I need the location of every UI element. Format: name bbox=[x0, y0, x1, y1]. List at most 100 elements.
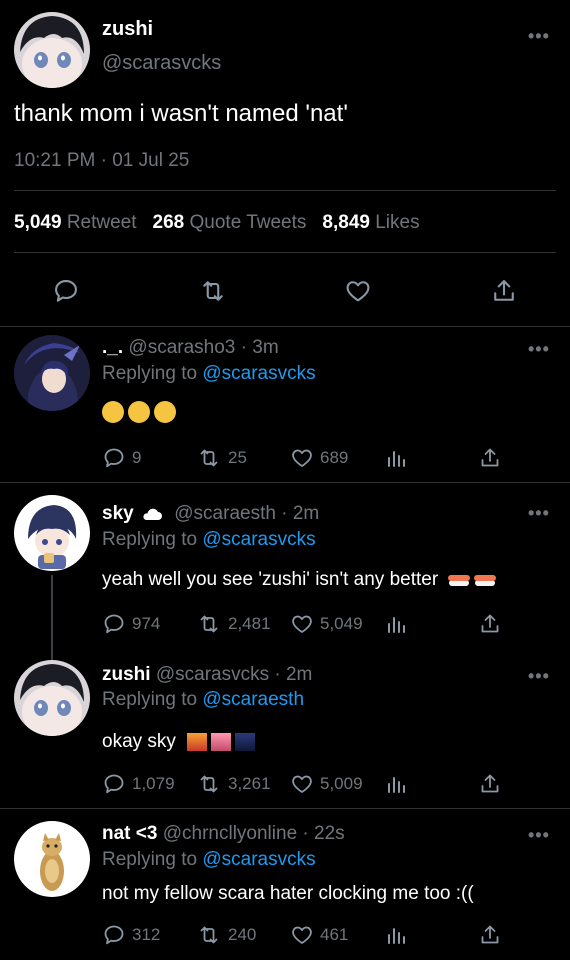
replying-to: Replying to @scarasvcks bbox=[102, 529, 316, 550]
reply-icon bbox=[104, 614, 124, 634]
avatar[interactable] bbox=[14, 821, 90, 897]
mention-link[interactable]: @scarasvcks bbox=[202, 849, 315, 870]
reply-actions: 9 25 689 bbox=[102, 446, 502, 472]
avatar[interactable] bbox=[14, 335, 90, 411]
share-icon[interactable] bbox=[478, 923, 502, 947]
like-icon bbox=[292, 775, 312, 793]
author-handle[interactable]: @scarasho3 bbox=[128, 337, 235, 358]
reply-tweet[interactable]: ._. @scarasho3 · 3m ••• Replying to @sca… bbox=[0, 327, 570, 482]
reply-actions: 974 2,481 5,049 bbox=[102, 612, 502, 638]
author-name[interactable]: sky bbox=[102, 503, 134, 524]
cloud-icon bbox=[143, 508, 162, 520]
author-name[interactable]: nat <3 bbox=[102, 823, 157, 844]
mention-link[interactable]: @scaraesth bbox=[202, 689, 304, 710]
more-options-icon[interactable]: ••• bbox=[528, 339, 550, 360]
reply-tweet[interactable]: zushi @scarasvcks · 2m ••• Replying to @… bbox=[0, 646, 570, 808]
mention-link[interactable]: @scarasvcks bbox=[202, 529, 315, 550]
author-name[interactable]: zushi bbox=[102, 18, 153, 41]
replying-to: Replying to @scarasvcks bbox=[102, 849, 316, 870]
share-icon[interactable] bbox=[478, 446, 502, 470]
reply-count[interactable]: 974 bbox=[102, 612, 160, 636]
replying-to: Replying to @scarasvcks bbox=[102, 363, 316, 384]
sushi-icon bbox=[474, 574, 497, 586]
like-count[interactable]: 689 bbox=[290, 446, 348, 470]
mention-link[interactable]: @scarasvcks bbox=[202, 363, 315, 384]
reply-tweet[interactable]: nat <3 @chrncllyonline · 22s ••• Replyin… bbox=[0, 809, 570, 960]
reply-text: yeah well you see 'zushi' isn't any bett… bbox=[102, 569, 497, 591]
divider bbox=[14, 190, 556, 191]
reply-time: 3m bbox=[252, 337, 279, 358]
like-icon bbox=[292, 449, 312, 467]
share-icon[interactable] bbox=[478, 612, 502, 636]
author-handle[interactable]: @scaraesth bbox=[174, 503, 276, 524]
like-count[interactable]: 5,009 bbox=[290, 772, 363, 796]
reply-text: okay sky bbox=[102, 731, 256, 753]
divider bbox=[14, 252, 556, 253]
avatar[interactable] bbox=[14, 12, 90, 88]
analytics-icon[interactable] bbox=[386, 772, 408, 796]
reply-count[interactable]: 1,079 bbox=[102, 772, 175, 796]
retweet-count[interactable]: 240 bbox=[196, 923, 256, 947]
author-handle[interactable]: @chrncllyonline bbox=[163, 823, 297, 844]
more-options-icon[interactable]: ••• bbox=[528, 26, 550, 47]
reply-count[interactable]: 312 bbox=[102, 923, 160, 947]
retweet-icon bbox=[200, 615, 218, 633]
main-tweet: zushi @scarasvcks ••• thank mom i wasn't… bbox=[0, 0, 570, 327]
heart-landscape-emoji-icon bbox=[211, 732, 232, 751]
tweet-actions bbox=[0, 277, 570, 307]
retweet-count[interactable]: 25 bbox=[196, 446, 247, 470]
reply-count[interactable]: 9 bbox=[102, 446, 141, 470]
share-icon[interactable] bbox=[478, 772, 502, 796]
replying-to: Replying to @scaraesth bbox=[102, 689, 305, 710]
retweet-stat[interactable]: 5,049 Retweet bbox=[14, 212, 137, 233]
author-handle[interactable]: @scarasvcks bbox=[102, 52, 221, 75]
like-icon[interactable] bbox=[344, 277, 372, 305]
crying-emoji-icon bbox=[128, 401, 150, 423]
retweet-count[interactable]: 2,481 bbox=[196, 612, 271, 636]
author-name[interactable]: ._. bbox=[102, 337, 123, 358]
quote-stat[interactable]: 268 Quote Tweets bbox=[153, 212, 307, 233]
retweet-icon bbox=[200, 775, 218, 793]
reply-header: zushi @scarasvcks · 2m bbox=[102, 664, 313, 685]
analytics-icon[interactable] bbox=[386, 923, 408, 947]
author-name[interactable]: zushi bbox=[102, 664, 151, 685]
more-options-icon[interactable]: ••• bbox=[528, 825, 550, 846]
reply-time: 2m bbox=[292, 503, 320, 524]
more-options-icon[interactable]: ••• bbox=[528, 666, 550, 687]
like-count[interactable]: 461 bbox=[290, 923, 348, 947]
tweet-timestamp: 10:21 PM · 01 Jul 25 bbox=[14, 150, 190, 171]
retweet-count[interactable]: 3,261 bbox=[196, 772, 271, 796]
reply-time: 2m bbox=[285, 664, 313, 685]
avatar[interactable] bbox=[14, 495, 90, 571]
like-count[interactable]: 5,049 bbox=[290, 612, 363, 636]
analytics-icon[interactable] bbox=[386, 446, 408, 470]
reply-icon[interactable] bbox=[52, 277, 80, 305]
reply-icon bbox=[104, 774, 124, 794]
crying-emoji-icon bbox=[154, 401, 176, 423]
likes-stat[interactable]: 8,849 Likes bbox=[322, 212, 419, 233]
reply-time: 22s bbox=[314, 823, 345, 844]
night-sky-emoji-icon bbox=[235, 732, 256, 751]
author-handle[interactable]: @scarasvcks bbox=[156, 664, 269, 685]
crying-emoji-icon bbox=[102, 401, 124, 423]
tweet-stats: 5,049 Retweet 268 Quote Tweets 8,849 Likes bbox=[14, 212, 420, 234]
retweet-icon[interactable] bbox=[198, 277, 228, 305]
more-options-icon[interactable]: ••• bbox=[528, 503, 550, 524]
reply-text: not my fellow scara hater clocking me to… bbox=[102, 883, 474, 904]
emoji-reactions bbox=[102, 401, 176, 423]
reply-header: ._. @scarasho3 · 3m bbox=[102, 337, 279, 358]
reply-actions: 1,079 3,261 5,009 bbox=[102, 772, 502, 798]
analytics-icon[interactable] bbox=[386, 612, 408, 636]
retweet-icon bbox=[200, 449, 218, 467]
avatar[interactable] bbox=[14, 660, 90, 736]
retweet-icon bbox=[200, 926, 218, 944]
reply-icon bbox=[104, 448, 124, 468]
like-icon bbox=[292, 926, 312, 944]
share-icon[interactable] bbox=[490, 277, 518, 305]
reply-actions: 312 240 461 bbox=[102, 923, 502, 949]
reply-tweet[interactable]: sky @scaraesth · 2m ••• Replying to @sca… bbox=[0, 483, 570, 661]
reply-header: sky @scaraesth · 2m bbox=[102, 503, 320, 524]
reply-header: nat <3 @chrncllyonline · 22s bbox=[102, 823, 345, 844]
like-icon bbox=[292, 615, 312, 633]
reply-icon bbox=[104, 925, 124, 945]
